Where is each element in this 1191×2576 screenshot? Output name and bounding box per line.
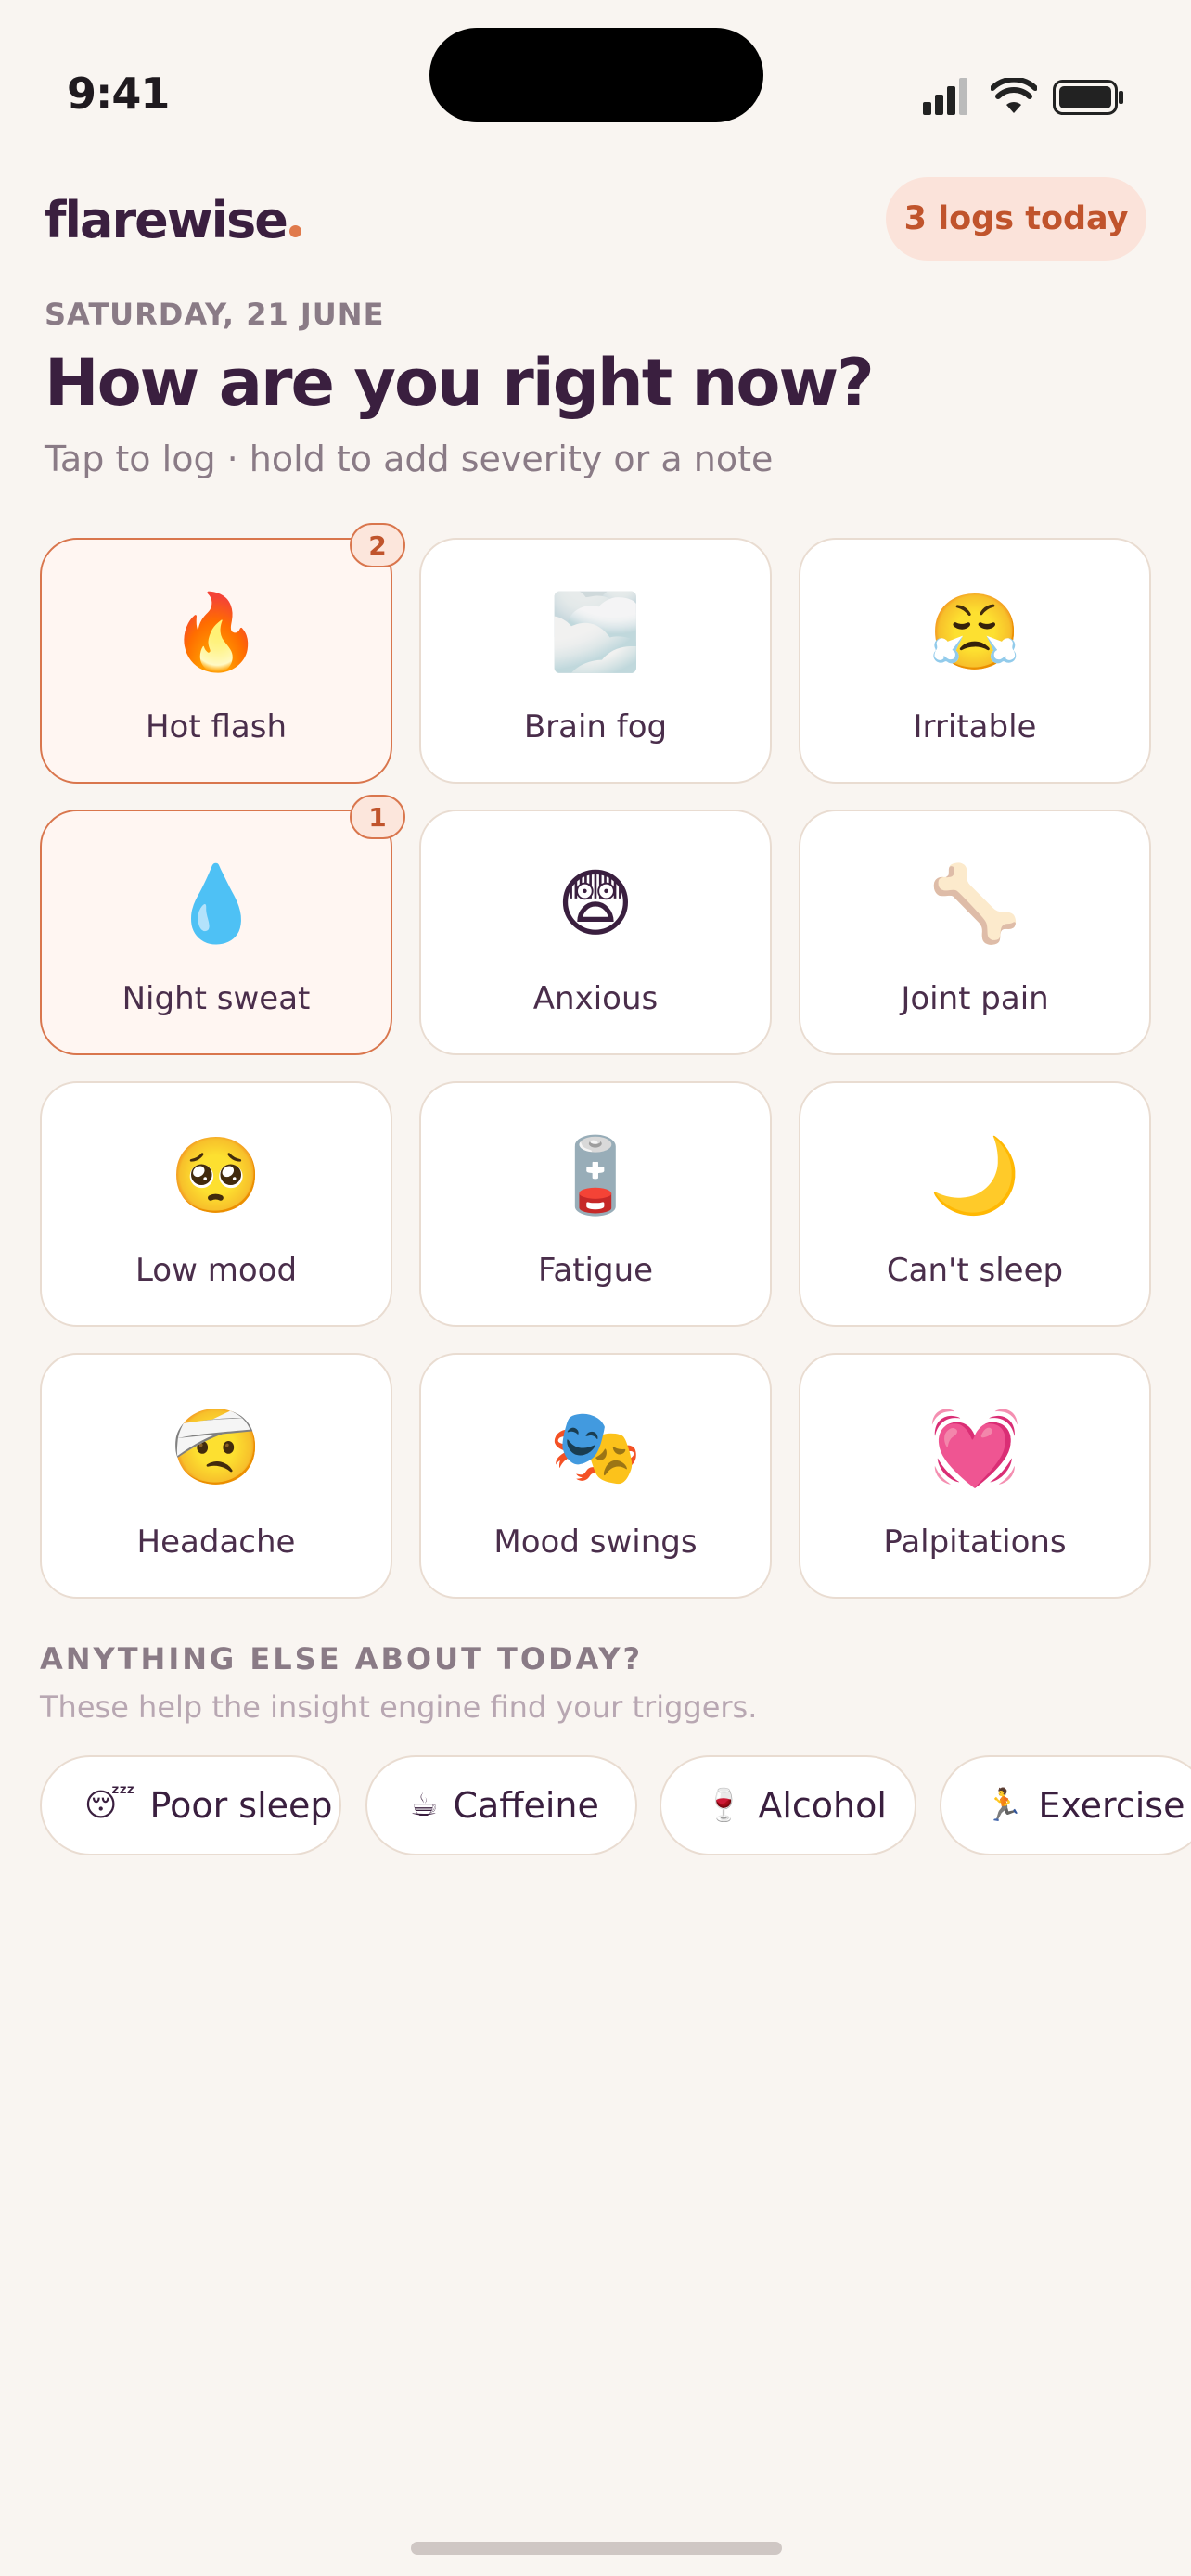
chip-label: Poor sleep [149,1785,333,1826]
status-bar: 9:41 [0,0,1191,148]
symptom-card-mood-swings[interactable]: 🎭 Mood swings [419,1353,772,1599]
symptom-card-low-mood[interactable]: 🥺 Low mood [40,1081,392,1327]
symptom-card-brain-fog[interactable]: 🌫️ Brain fog [419,538,772,784]
wine-glass-icon: 🍷 [704,1787,744,1824]
coffee-icon: ☕ [410,1787,439,1824]
page-subtitle: Tap to log · hold to add severity or a n… [45,439,774,479]
status-icons [921,76,1125,119]
symptom-card-irritable[interactable]: 😤 Irritable [799,538,1151,784]
beating-heart-icon: 💓 [928,1404,1021,1490]
symptom-card-palpitations[interactable]: 💓 Palpitations [799,1353,1151,1599]
logs-today-badge[interactable]: 3 logs today [886,177,1146,261]
symptom-label: Palpitations [883,1524,1067,1561]
fearful-face-icon: 😨 [557,861,634,947]
chip-label: Caffeine [453,1785,599,1826]
symptom-label: Mood swings [493,1524,698,1561]
low-battery-icon: 🪫 [549,1132,642,1218]
symptom-card-anxious[interactable]: 😨 Anxious [419,810,772,1055]
symptom-card-hot-flash[interactable]: 🔥 Hot flash 2 [40,523,405,784]
chip-caffeine[interactable]: ☕ Caffeine [365,1755,637,1855]
symptom-label: Low mood [134,1252,298,1289]
bone-icon: 🦴 [928,861,1021,947]
symptom-label: Can't sleep [886,1252,1064,1289]
pleading-face-icon: 🥺 [170,1132,263,1218]
symptom-card-night-sweat[interactable]: 💧 Night sweat 1 [40,795,405,1055]
fire-icon: 🔥 [170,589,263,675]
symptom-label: Headache [136,1524,296,1561]
triggers-section-title: ANYTHING ELSE ABOUT TODAY? [40,1641,644,1677]
chip-poor-sleep[interactable]: 😴 Poor sleep [40,1755,341,1855]
cellular-signal-icon [923,78,969,119]
symptom-label: Fatigue [537,1252,654,1289]
chip-label: Exercise [1038,1785,1185,1826]
chip-alcohol[interactable]: 🍷 Alcohol [660,1755,916,1855]
theater-masks-icon: 🎭 [549,1404,642,1490]
symptom-card-fatigue[interactable]: 🪫 Fatigue [419,1081,772,1327]
running-icon: 🏃 [984,1787,1024,1824]
log-count-badge: 2 [350,523,405,567]
home-indicator[interactable] [411,2542,782,2555]
log-count-badge: 1 [350,795,405,839]
droplet-icon: 💧 [170,861,263,947]
crescent-moon-icon: 🌙 [928,1132,1021,1218]
chip-exercise[interactable]: 🏃 Exercise [940,1755,1191,1855]
symptom-card-cant-sleep[interactable]: 🌙 Can't sleep [799,1081,1151,1327]
symptom-label: Joint pain [901,980,1049,1017]
symptom-card-headache[interactable]: 🤕 Headache [40,1353,392,1599]
symptom-label: Anxious [532,980,659,1017]
bandaged-head-icon: 🤕 [170,1404,263,1490]
brand-name: flarewise [45,191,288,249]
page-title: How are you right now? [45,345,875,421]
triggers-section-subtitle: These help the insight engine find your … [40,1690,758,1725]
dynamic-island [429,28,763,122]
battery-icon [1053,80,1125,119]
current-date: SATURDAY, 21 JUNE [45,297,385,332]
symptom-card-joint-pain[interactable]: 🦴 Joint pain [799,810,1151,1055]
symptom-label: Brain fog [523,708,668,746]
wifi-icon [990,76,1038,119]
symptom-label: Night sweat [122,980,311,1017]
symptom-label: Irritable [913,708,1037,746]
symptom-label: Hot flash [145,708,288,746]
brand-dot [288,225,301,237]
chip-label: Alcohol [758,1785,887,1826]
status-time: 9:41 [67,69,170,119]
app-logo: flarewise [45,191,301,249]
huffing-face-icon: 😤 [928,589,1021,675]
fog-icon: 🌫️ [549,589,642,675]
sleeping-face-icon: 😴 [84,1787,135,1824]
